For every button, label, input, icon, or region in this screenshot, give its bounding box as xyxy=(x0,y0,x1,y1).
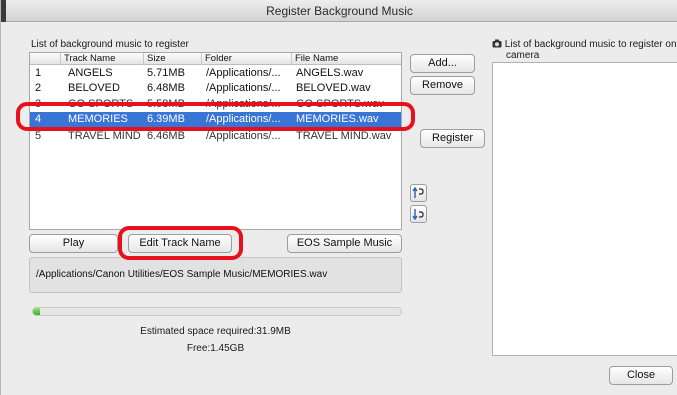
remove-button[interactable]: Remove xyxy=(410,76,475,95)
column-header-folder[interactable]: Folder xyxy=(201,53,291,65)
column-header-size[interactable]: Size xyxy=(143,53,201,65)
space-progress-fill xyxy=(33,308,41,315)
column-header-number[interactable] xyxy=(30,53,60,65)
edit-button-highlight xyxy=(118,226,243,260)
row-track-name: BELOVED xyxy=(68,82,120,94)
list-item[interactable]: 5 TRAVEL MIND 6.46MB /Applications/... T… xyxy=(30,129,401,143)
row-number: 5 xyxy=(35,130,42,142)
estimated-space-label: Estimated space required:31.9MB xyxy=(140,326,291,337)
list-item[interactable]: 1 ANGELS 5.71MB /Applications/... ANGELS… xyxy=(30,66,401,80)
eos-sample-music-button[interactable]: EOS Sample Music xyxy=(287,234,402,253)
row-file-name: TRAVEL MIND.wav xyxy=(296,130,392,142)
row-file-name: ANGELS.wav xyxy=(296,67,364,79)
row-number: 1 xyxy=(35,67,42,79)
play-button[interactable]: Play xyxy=(29,234,118,253)
move-down-icon xyxy=(412,209,424,221)
selected-file-path: /Applications/Canon Utilities/EOS Sample… xyxy=(29,257,402,293)
space-progress-bar xyxy=(32,307,402,316)
free-space-label: Free:1.45GB xyxy=(186,343,245,354)
register-background-music-window: Register Background Music List of backgr… xyxy=(0,0,677,395)
row-folder: /Applications/... xyxy=(206,82,281,94)
move-down-button[interactable] xyxy=(410,205,427,223)
column-header-track-name[interactable]: Track Name xyxy=(60,53,143,65)
column-header-file-name[interactable]: File Name xyxy=(291,53,401,65)
background-music-list[interactable]: Track Name Size Folder File Name 1 ANGEL… xyxy=(29,52,402,230)
row-number: 2 xyxy=(35,82,42,94)
register-button[interactable]: Register xyxy=(420,129,485,148)
row-track-name: ANGELS xyxy=(68,67,113,79)
window-corner xyxy=(1,0,6,22)
close-button[interactable]: Close xyxy=(609,366,673,385)
window-title: Register Background Music xyxy=(1,0,677,22)
row-size: 6.46MB xyxy=(147,130,185,142)
row-folder: /Applications/... xyxy=(206,130,281,142)
move-up-button[interactable] xyxy=(410,184,427,202)
list-item[interactable]: 2 BELOVED 6.48MB /Applications/... BELOV… xyxy=(30,81,401,95)
row-folder: /Applications/... xyxy=(206,67,281,79)
right-list-label-line1: List of background music to register on xyxy=(504,39,677,50)
left-list-label: List of background music to register xyxy=(31,39,189,50)
move-up-icon xyxy=(412,186,424,198)
selected-row-highlight xyxy=(16,102,415,131)
add-button[interactable]: Add... xyxy=(410,54,475,73)
row-size: 5.71MB xyxy=(147,67,185,79)
camera-icon xyxy=(492,39,502,51)
right-list-label-line2: camera xyxy=(506,50,540,61)
camera-music-list[interactable] xyxy=(492,62,677,356)
row-size: 6.48MB xyxy=(147,82,185,94)
selected-file-path-text: /Applications/Canon Utilities/EOS Sample… xyxy=(36,269,328,280)
list-header: Track Name Size Folder File Name xyxy=(30,53,401,65)
row-track-name: TRAVEL MIND xyxy=(68,130,141,142)
row-file-name: BELOVED.wav xyxy=(296,82,371,94)
